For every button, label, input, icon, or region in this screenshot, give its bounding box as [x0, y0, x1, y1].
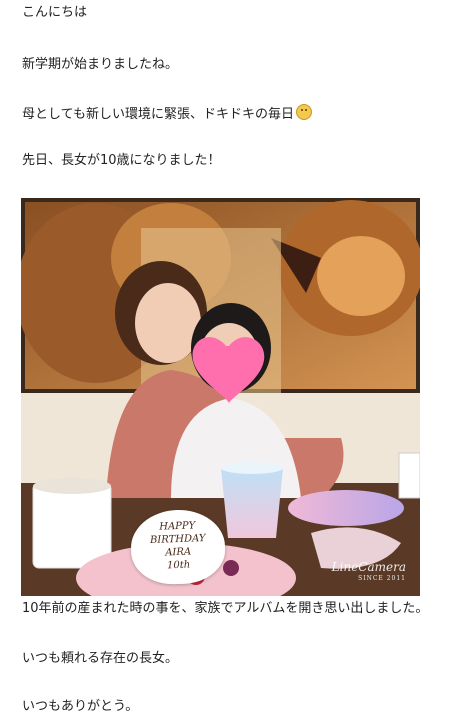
post-line-album: 10年前の産まれた時の事を、家族でアルバムを開き思い出しました。 [22, 601, 429, 616]
post-line-thanks: いつもありがとう。 [22, 699, 139, 714]
watermark-brand: LineCamera [331, 560, 406, 574]
grinning-face-icon [295, 104, 312, 120]
birthday-photo[interactable]: HAPPY BIRTHDAY AIRA 10th LineCamera SINC… [21, 198, 420, 596]
photo-watermark: LineCamera SINCE 2011 [332, 560, 406, 582]
post-line-new-term: 新学期が始まりましたね。 [22, 57, 179, 72]
post-line-birthday: 先日、長女が10歳になりました！ [22, 153, 221, 168]
cake-plaque-line4: 10th [166, 559, 191, 572]
post-line-nervous: 母としても新しい環境に緊張、ドキドキの毎日 [22, 104, 312, 124]
watermark-sub: SINCE 2011 [358, 575, 406, 582]
birthday-cake-plaque: HAPPY BIRTHDAY AIRA 10th [129, 508, 227, 586]
greeting-text: こんにちは [22, 5, 88, 20]
post-line-nervous-text: 母としても新しい環境に緊張、ドキドキの毎日 [22, 107, 294, 122]
post-line-reliable: いつも頼れる存在の長女。 [22, 651, 179, 666]
